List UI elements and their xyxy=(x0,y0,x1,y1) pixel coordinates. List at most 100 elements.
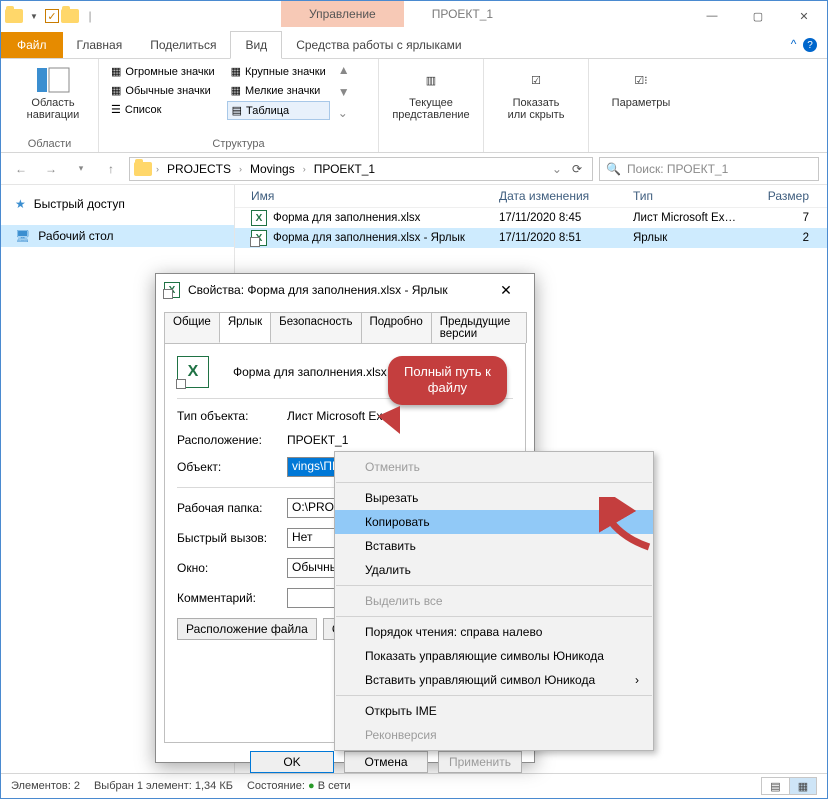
annotation-callout: Полный путь кфайлу xyxy=(388,356,507,405)
quick-access-toolbar: ▼ ✓ | xyxy=(1,1,103,31)
tab-view[interactable]: Вид xyxy=(230,31,282,59)
dropdown-icon[interactable]: ⌄ xyxy=(552,162,562,176)
up-button[interactable]: ↑ xyxy=(99,157,123,181)
folder-icon xyxy=(134,162,152,176)
titlebar: ▼ ✓ | Управление ПРОЕКТ_1 — ▢ ✕ xyxy=(1,1,827,31)
checkbox-icon[interactable]: ✓ xyxy=(45,9,59,23)
excel-icon: X xyxy=(251,210,267,226)
close-button[interactable]: ✕ xyxy=(781,1,827,31)
column-headers[interactable]: Имя Дата изменения Тип Размер xyxy=(235,185,827,208)
context-menu: Отменить Вырезать Копировать Вставить Уд… xyxy=(334,451,654,751)
show-hide-button[interactable]: ☑Показать или скрыть xyxy=(492,63,580,121)
ctx-undo[interactable]: Отменить xyxy=(335,455,653,479)
columns-icon: ▥ xyxy=(414,65,448,95)
folder-icon xyxy=(5,7,23,25)
details-view-button[interactable]: ▤ xyxy=(761,777,789,795)
label-hotkey: Быстрый вызов: xyxy=(177,531,277,545)
col-date[interactable]: Дата изменения xyxy=(499,189,633,203)
forward-button[interactable]: → xyxy=(39,157,63,181)
options-button[interactable]: ☑⁝Параметры xyxy=(597,63,685,109)
value-location: ПРОЕКТ_1 xyxy=(287,433,348,447)
dialog-titlebar: X Свойства: Форма для заполнения.xlsx - … xyxy=(156,274,534,306)
tab-details[interactable]: Подробно xyxy=(361,312,432,343)
address-bar: ← → ▾ ↑ ›PROJECTS ›Movings ›ПРОЕКТ_1 ⌄ ⟳… xyxy=(1,153,827,185)
ctx-open-ime[interactable]: Открыть IME xyxy=(335,699,653,723)
tab-general[interactable]: Общие xyxy=(164,312,220,343)
back-button[interactable]: ← xyxy=(9,157,33,181)
checkbox-icon: ☑ xyxy=(519,65,553,95)
tab-prev-versions[interactable]: Предыдущие версии xyxy=(431,312,527,343)
window-title: ПРОЕКТ_1 xyxy=(404,1,521,27)
ctx-delete[interactable]: Удалить xyxy=(335,558,653,582)
scroll-down-icon[interactable]: ▼ xyxy=(338,85,350,99)
crumb[interactable]: PROJECTS xyxy=(163,162,235,176)
layout-normal[interactable]: ▦Обычные значки xyxy=(107,82,219,99)
tiles-icon: ▦ xyxy=(111,84,121,97)
group-label: Области xyxy=(9,138,90,150)
tab-file[interactable]: Файл xyxy=(1,32,63,58)
tiles-view-button[interactable]: ▦ xyxy=(789,777,817,795)
ctx-select-all[interactable]: Выделить все xyxy=(335,589,653,613)
nav-quick-access[interactable]: ★Быстрый доступ xyxy=(1,193,234,215)
file-row[interactable]: XФорма для заполнения.xlsx - Ярлык 17/11… xyxy=(235,228,827,248)
options-icon: ☑⁝ xyxy=(624,65,658,95)
layout-huge[interactable]: ▦Огромные значки xyxy=(107,63,219,80)
scroll-up-icon[interactable]: ▲ xyxy=(338,63,350,77)
tab-manage[interactable]: Управление xyxy=(281,1,404,27)
dialog-tabs: Общие Ярлык Безопасность Подробно Предыд… xyxy=(156,306,534,343)
divider-icon: | xyxy=(81,7,99,25)
ok-button[interactable]: OK xyxy=(250,751,334,773)
layout-list[interactable]: ☰Список xyxy=(107,101,219,118)
view-switcher: ▤ ▦ xyxy=(761,777,817,795)
nav-pane-button[interactable]: Область навигации xyxy=(9,63,97,121)
col-size[interactable]: Размер xyxy=(767,189,817,203)
col-name[interactable]: Имя xyxy=(239,189,499,203)
ctx-reconversion[interactable]: Реконверсия xyxy=(335,723,653,747)
recent-button[interactable]: ▾ xyxy=(69,157,93,181)
excel-shortcut-icon: X xyxy=(177,356,209,388)
layout-table[interactable]: ▤Таблица xyxy=(227,101,330,120)
layout-small[interactable]: ▦Мелкие значки xyxy=(227,82,330,99)
apply-button[interactable]: Применить xyxy=(438,751,522,773)
file-row[interactable]: XФорма для заполнения.xlsx 17/11/2020 8:… xyxy=(235,208,827,228)
ctx-insert-unicode[interactable]: Вставить управляющий символ Юникода› xyxy=(335,668,653,692)
tab-home[interactable]: Главная xyxy=(63,32,137,58)
label-object-type: Тип объекта: xyxy=(177,409,277,423)
dialog-close-button[interactable]: ✕ xyxy=(486,282,526,299)
minimize-button[interactable]: — xyxy=(689,1,735,31)
desktop-icon: 🖥 xyxy=(15,229,30,243)
cancel-button[interactable]: Отмена xyxy=(344,751,428,773)
list-icon: ☰ xyxy=(111,103,121,116)
search-input[interactable]: 🔍 Поиск: ПРОЕКТ_1 xyxy=(599,157,819,181)
layout-large[interactable]: ▦Крупные значки xyxy=(227,63,330,80)
crumb[interactable]: Movings xyxy=(246,162,299,176)
expand-icon[interactable]: ⌄ xyxy=(338,106,350,120)
tab-share[interactable]: Поделиться xyxy=(136,32,230,58)
ribbon: Область навигации Области ▦Огромные знач… xyxy=(1,59,827,153)
col-type[interactable]: Тип xyxy=(633,189,767,203)
refresh-icon[interactable]: ⟳ xyxy=(566,162,588,176)
excel-shortcut-icon: X xyxy=(164,282,180,298)
dropdown-icon[interactable]: ▼ xyxy=(25,7,43,25)
annotation-arrow xyxy=(599,497,659,557)
address-field[interactable]: ›PROJECTS ›Movings ›ПРОЕКТ_1 ⌄ ⟳ xyxy=(129,157,593,181)
panes-icon xyxy=(36,65,70,95)
help-button[interactable]: ^ ? xyxy=(781,31,827,59)
tab-security[interactable]: Безопасность xyxy=(270,312,361,343)
ctx-show-unicode[interactable]: Показать управляющие символы Юникода xyxy=(335,644,653,668)
crumb[interactable]: ПРОЕКТ_1 xyxy=(310,162,379,176)
nav-desktop[interactable]: 🖥Рабочий стол xyxy=(1,225,234,247)
tab-shortcut[interactable]: Ярлык xyxy=(219,312,271,343)
open-file-location-button[interactable]: Расположение файла xyxy=(177,618,317,640)
ctx-rtl[interactable]: Порядок чтения: справа налево xyxy=(335,620,653,644)
current-view-button[interactable]: ▥Текущее представление xyxy=(387,63,475,121)
table-icon: ▤ xyxy=(232,104,242,117)
status-count: Элементов: 2 xyxy=(11,780,80,792)
tab-shortcut-tools[interactable]: Средства работы с ярлыками xyxy=(282,32,475,58)
search-icon: 🔍 xyxy=(606,162,621,176)
star-icon: ★ xyxy=(15,197,26,211)
label-comment: Комментарий: xyxy=(177,591,277,605)
maximize-button[interactable]: ▢ xyxy=(735,1,781,31)
label-target: Объект: xyxy=(177,460,277,474)
label-startin: Рабочая папка: xyxy=(177,501,277,515)
